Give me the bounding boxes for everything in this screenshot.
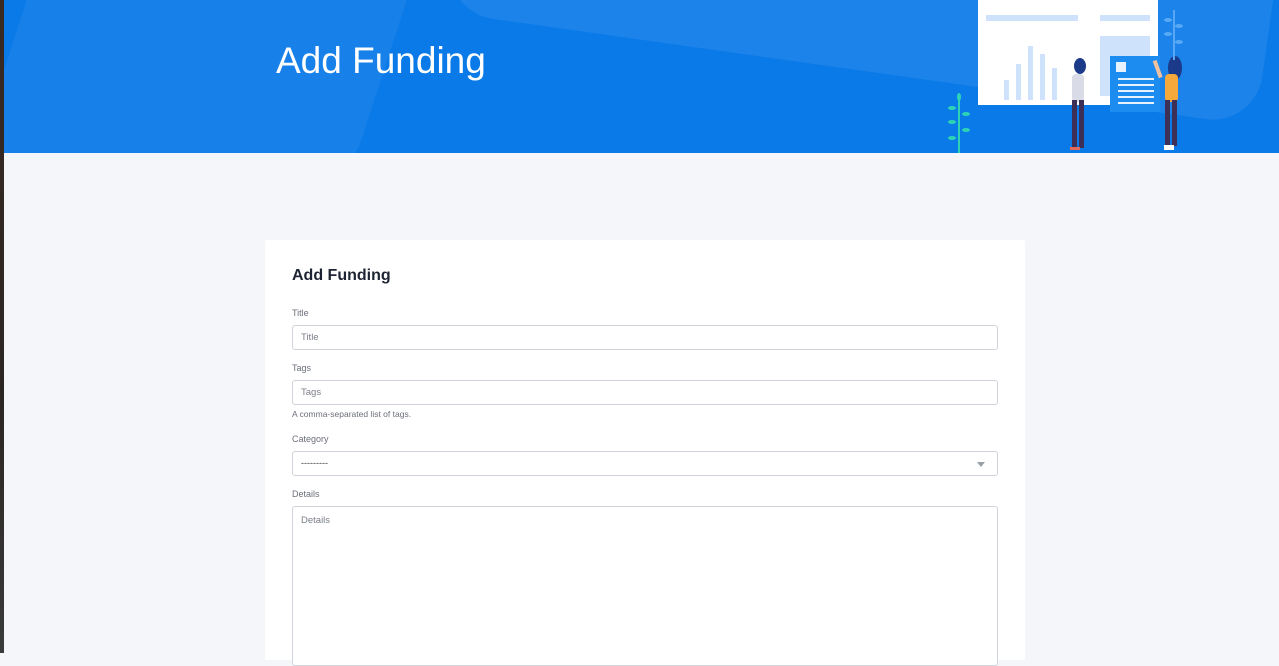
tags-help-text: A comma-separated list of tags. [292, 409, 412, 419]
category-select[interactable]: --------- [292, 451, 998, 476]
title-input[interactable] [292, 325, 998, 350]
add-funding-form-card: Add Funding Title Tags A comma-separated… [265, 240, 1025, 666]
tags-label: Tags [292, 363, 312, 373]
chevron-down-icon [977, 462, 985, 467]
dashboard-presentation-illustration [948, 0, 1183, 153]
details-label: Details [292, 489, 320, 499]
page-title: Add Funding [276, 40, 486, 81]
details-textarea[interactable] [292, 506, 998, 666]
title-label: Title [292, 308, 309, 318]
tags-input[interactable] [292, 380, 998, 405]
page-hero-banner: Add Funding [4, 0, 1279, 153]
form-heading: Add Funding [292, 267, 391, 284]
category-label: Category [292, 434, 329, 444]
category-selected-value: --------- [301, 458, 328, 468]
